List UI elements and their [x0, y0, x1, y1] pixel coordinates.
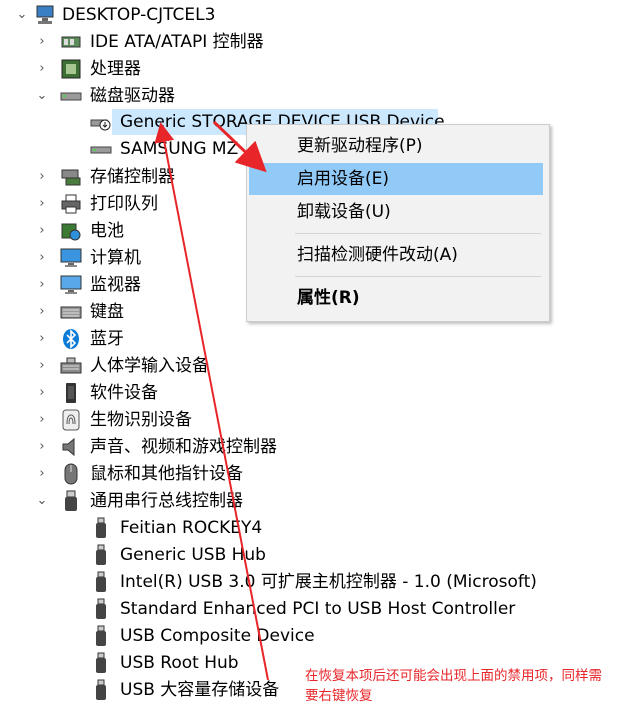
chevron-right-icon[interactable]: ›: [34, 245, 50, 271]
menu-separator: [295, 233, 541, 234]
chevron-right-icon[interactable]: ›: [34, 164, 50, 190]
tree-item-label: Standard Enhanced PCI to USB Host Contro…: [120, 599, 516, 619]
disk-drive-icon: [60, 85, 82, 107]
usb-device-icon: [90, 544, 112, 566]
menu-item-scan-hardware[interactable]: 扫描检测硬件改动(A): [249, 239, 543, 271]
menu-separator: [295, 276, 541, 277]
tree-item-label: SAMSUNG MZ: [120, 139, 239, 159]
chevron-right-icon[interactable]: ›: [34, 380, 50, 406]
chevron-right-icon[interactable]: ›: [34, 461, 50, 487]
tree-root-label: DESKTOP-CJTCEL3: [62, 5, 216, 25]
tree-item-label: USB 大容量存储设备: [120, 680, 280, 700]
tree-item-label: Generic USB Hub: [120, 545, 266, 565]
disk-icon: [90, 138, 112, 160]
tree-item-label: 处理器: [90, 59, 141, 79]
tree-item-label: 电池: [90, 221, 124, 241]
chevron-right-icon[interactable]: ›: [34, 272, 50, 298]
chevron-right-icon[interactable]: ›: [34, 407, 50, 433]
tree-item-label: IDE ATA/ATAPI 控制器: [90, 32, 264, 52]
chevron-right-icon[interactable]: ›: [34, 299, 50, 325]
disabled-disk-icon: [90, 111, 112, 133]
annotation-line-2: 要右键恢复: [305, 688, 373, 704]
context-menu: 更新驱动程序(P) 启用设备(E) 卸载设备(U) 扫描检测硬件改动(A) 属性…: [246, 124, 550, 322]
chevron-down-icon[interactable]: ⌄: [34, 488, 50, 514]
menu-item-update-driver[interactable]: 更新驱动程序(P): [249, 130, 543, 162]
usb-device-icon: [90, 517, 112, 539]
usb-icon: [60, 490, 82, 512]
tree-item-label: Intel(R) USB 3.0 可扩展主机控制器 - 1.0 (Microso…: [120, 572, 537, 592]
tree-item-label: 监视器: [90, 275, 141, 295]
storage-controller-icon: [60, 166, 82, 188]
hid-icon: [60, 355, 82, 377]
tree-item-label: 软件设备: [90, 383, 158, 403]
mouse-icon: [60, 463, 82, 485]
chevron-right-icon[interactable]: ›: [34, 353, 50, 379]
menu-item-uninstall-device[interactable]: 卸载设备(U): [249, 196, 543, 228]
software-device-icon: [60, 382, 82, 404]
usb-device-icon: [90, 598, 112, 620]
keyboard-icon: [60, 301, 82, 323]
monitor-icon: [60, 274, 82, 296]
chevron-right-icon[interactable]: ›: [34, 326, 50, 352]
tree-item-label: 蓝牙: [90, 329, 124, 349]
tree-item-label: 存储控制器: [90, 167, 175, 187]
chevron-right-icon[interactable]: ›: [34, 29, 50, 55]
annotation-line-1: 在恢复本项后还可能会出现上面的禁用项，同样需: [305, 668, 602, 684]
tree-item-label: 键盘: [90, 302, 124, 322]
tree-item-label: 计算机: [90, 248, 141, 268]
annotation-note: 在恢复本项后还可能会出现上面的禁用项，同样需 要右键恢复: [305, 666, 641, 706]
chevron-right-icon[interactable]: ›: [34, 434, 50, 460]
computer-root-icon: [34, 4, 56, 26]
tree-item-label: 人体学输入设备: [90, 356, 209, 376]
chevron-right-icon[interactable]: ›: [34, 56, 50, 82]
usb-device-icon: [90, 652, 112, 674]
usb-device-icon: [90, 571, 112, 593]
chevron-down-icon[interactable]: ⌄: [34, 83, 50, 109]
chevron-down-icon[interactable]: ⌄: [14, 2, 30, 28]
tree-item-label: 生物识别设备: [90, 410, 192, 430]
ide-controller-icon: [60, 31, 82, 53]
tree-item-label: USB Root Hub: [120, 653, 239, 673]
tree-item-label: Feitian ROCKEY4: [120, 518, 263, 538]
battery-icon: [60, 220, 82, 242]
usb-device-icon: [90, 625, 112, 647]
speaker-icon: [60, 436, 82, 458]
usb-device-icon: [90, 679, 112, 701]
printer-icon: [60, 193, 82, 215]
menu-item-enable-device[interactable]: 启用设备(E): [249, 163, 543, 195]
menu-item-properties[interactable]: 属性(R): [249, 282, 543, 314]
bluetooth-icon: [60, 328, 82, 350]
tree-item-label: 打印队列: [90, 194, 158, 214]
chevron-right-icon[interactable]: ›: [34, 218, 50, 244]
processor-icon: [60, 58, 82, 80]
tree-item-label: USB Composite Device: [120, 626, 315, 646]
tree-item-label: 鼠标和其他指针设备: [90, 464, 243, 484]
computer-icon: [60, 247, 82, 269]
chevron-right-icon[interactable]: ›: [34, 191, 50, 217]
tree-item-label: 通用串行总线控制器: [90, 491, 243, 511]
fingerprint-icon: [60, 409, 82, 431]
tree-item-label: 声音、视频和游戏控制器: [90, 437, 277, 457]
tree-item-label: 磁盘驱动器: [90, 86, 175, 106]
